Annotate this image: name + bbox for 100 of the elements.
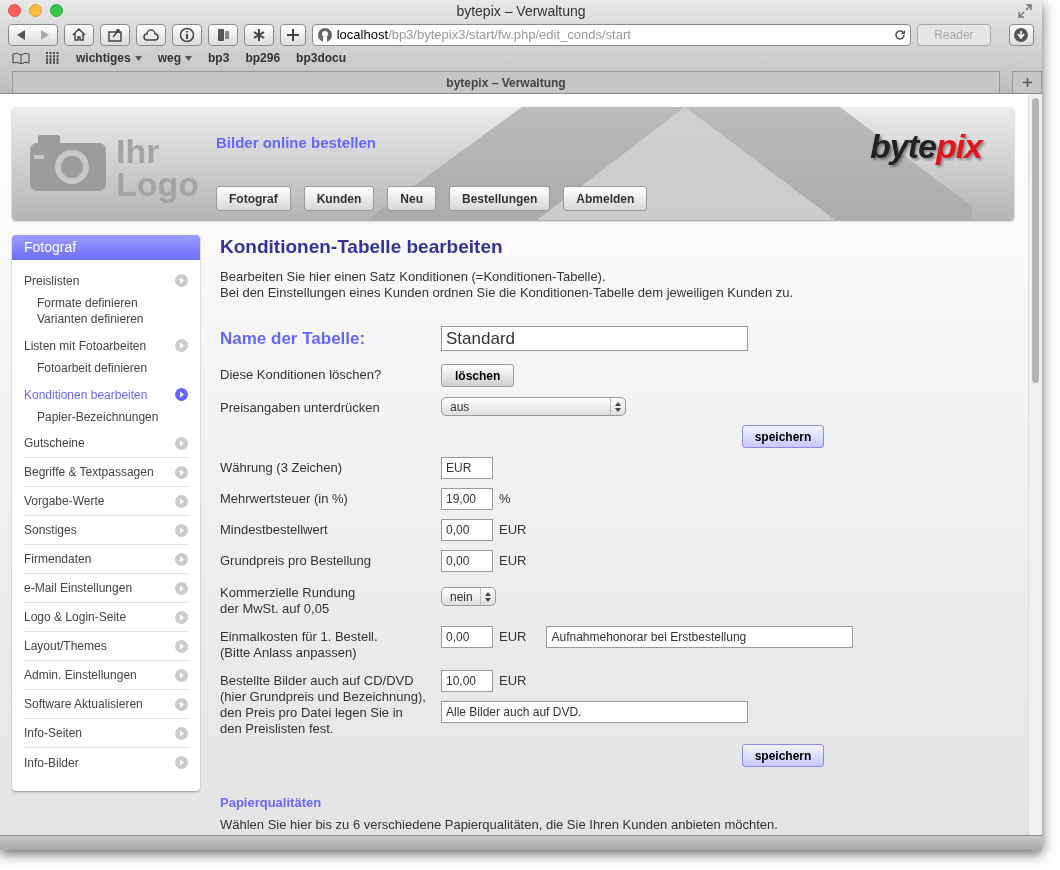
save-button[interactable]: speichern: [742, 744, 824, 767]
window-title: bytepix – Verwaltung: [456, 1, 586, 21]
share-button[interactable]: [100, 24, 131, 46]
sidebar-item[interactable]: Software Aktualisieren: [24, 690, 188, 719]
plus-icon: [1022, 78, 1032, 87]
fullscreen-icon[interactable]: [1018, 4, 1032, 18]
text-input[interactable]: 19,00: [441, 488, 493, 510]
sidebar-item[interactable]: e-Mail Einstellungen: [24, 574, 188, 603]
bookmark-link[interactable]: weg: [157, 49, 193, 67]
nav-button[interactable]: Fotograf: [216, 186, 291, 211]
address-field[interactable]: localhost/bp3/bytepix3/start/fw.php/edit_conds/start: [311, 24, 912, 46]
book-icon[interactable]: [12, 52, 30, 64]
text-input[interactable]: 0,00: [441, 626, 493, 648]
sidebar-subitem[interactable]: Varianten definieren: [37, 311, 188, 327]
icloud-button[interactable]: [136, 24, 167, 46]
sidebar-subitem[interactable]: Fotoarbeit definieren: [37, 360, 188, 376]
sidebar-item[interactable]: Firmendaten: [24, 545, 188, 574]
sidebar-item[interactable]: Info-Bilder: [24, 748, 188, 777]
extension-button[interactable]: [244, 24, 275, 46]
text-input[interactable]: 0,00: [441, 550, 493, 572]
logo-placeholder-text: Ihr: [116, 135, 161, 168]
brand-logo: bytepix: [869, 126, 982, 167]
name-input[interactable]: Standard: [441, 326, 748, 351]
sidebar-subitem[interactable]: Formate definieren: [37, 295, 188, 311]
info-button[interactable]: [172, 24, 203, 46]
sidebar-item[interactable]: Logo & Login-Seite: [24, 603, 188, 632]
cloud-icon: [143, 27, 160, 43]
field-label: Einmalkosten für 1. Bestell. (Bitte Anlass anpassen): [220, 628, 379, 661]
text-input[interactable]: EUR: [441, 457, 493, 479]
field-label: Bestellte Bilder auch auf CD/DVD (hier Grundpreis und Bezeichnung), den Preis pro Datei legen Sie in den Preislisten fest.: [220, 672, 427, 737]
sidebar-item[interactable]: Listen mit Fotoarbeiten: [24, 331, 188, 360]
nav-button[interactable]: Abmelden: [563, 186, 648, 211]
text-input[interactable]: Alle Bilder auch auf DVD.: [441, 701, 748, 723]
home-icon: [71, 27, 88, 43]
new-tab-button[interactable]: [280, 24, 306, 46]
scrollbar[interactable]: [1028, 94, 1042, 835]
arrow-circle-icon: [175, 274, 188, 287]
nav-button[interactable]: Neu: [387, 186, 436, 211]
site-icon: [316, 27, 333, 43]
arrow-circle-icon: [175, 726, 188, 740]
sidebar-item[interactable]: Preislisten: [24, 266, 188, 295]
arrow-circle-icon: [175, 639, 188, 653]
intro-text: Bearbeiten Sie hier einen Satz Konditionen (=Konditionen-Tabelle). Bei den Einstellungen eines Kunden ordnen Sie die Konditionen-Tabelle dem jeweiligen Kunden zu.: [220, 269, 795, 301]
back-forward-button[interactable]: [8, 24, 59, 46]
forward-icon: [41, 30, 50, 40]
field-label: Mehrwertsteuer (in %): [220, 490, 349, 507]
field-label: Preisangaben unterdrücken: [220, 399, 381, 416]
text-input[interactable]: Aufnahmehonorar bei Erstbestellung: [546, 626, 854, 648]
arrow-circle-icon: [175, 756, 188, 769]
text-input[interactable]: 0,00: [441, 519, 493, 541]
text-input[interactable]: 10,00: [441, 670, 493, 692]
select-dropdown[interactable]: nein: [441, 587, 496, 606]
browser-tab[interactable]: bytepix – Verwaltung: [12, 71, 1000, 93]
nav-button[interactable]: Bestellungen: [449, 186, 551, 211]
url-path: /bp3/bytepix3/start/fw.php/edit_conds/start: [388, 27, 631, 43]
field-label: Währung (3 Zeichen): [220, 459, 344, 476]
sidebar-item[interactable]: Admin. Einstellungen: [24, 661, 188, 690]
zoom-window-button[interactable]: [50, 4, 63, 17]
sidebar-item[interactable]: Layout/Themes: [24, 632, 188, 661]
bookmark-link[interactable]: wichtiges: [76, 49, 142, 67]
sidebar-item[interactable]: Sonstiges: [24, 516, 188, 545]
bookmark-link[interactable]: bp3: [208, 49, 230, 67]
select-dropdown[interactable]: aus: [441, 397, 626, 416]
back-icon: [17, 30, 26, 40]
reload-icon[interactable]: [894, 29, 907, 41]
unit-label: EUR: [499, 628, 527, 647]
home-button[interactable]: [64, 24, 95, 46]
arrow-circle-icon: [175, 552, 188, 566]
arrow-circle-icon: [175, 581, 188, 595]
arrow-circle-icon: [175, 388, 188, 401]
bookmark-link[interactable]: bp296: [245, 49, 281, 67]
add-tab-button[interactable]: [1012, 71, 1042, 93]
nav-button[interactable]: Kunden: [303, 186, 375, 211]
unit-label: %: [499, 490, 511, 509]
sidebar-item[interactable]: Konditionen bearbeiten: [24, 380, 188, 409]
sidebar-item[interactable]: Vorgabe-Werte: [24, 487, 188, 516]
sidebar-item[interactable]: Begriffe & Textpassagen: [24, 458, 188, 487]
page-heading: Konditionen-Tabelle bearbeiten: [220, 235, 504, 259]
downloads-button[interactable]: [1008, 24, 1034, 46]
extension-button[interactable]: [208, 24, 239, 46]
close-window-button[interactable]: [8, 4, 21, 17]
plus-icon: [287, 29, 300, 41]
download-icon: [1014, 28, 1029, 42]
updown-arrows-icon: [615, 401, 621, 412]
delete-button[interactable]: löschen: [441, 364, 515, 387]
arrow-circle-icon: [175, 523, 188, 537]
sidebar-title: Fotograf: [12, 235, 200, 260]
field-label: Kommerzielle Rundung der MwSt. auf 0,05: [220, 584, 357, 617]
save-button[interactable]: speichern: [742, 425, 824, 448]
scrollbar-thumb[interactable]: [1032, 98, 1039, 383]
sidebar-item[interactable]: Info-Seiten: [24, 719, 188, 748]
info-icon: [179, 27, 196, 43]
section-text: Wählen Sie hier bis zu 6 verschiedene Papierqualitäten, die Sie Ihren Kunden anbieten möchten.: [220, 816, 779, 833]
unit-label: EUR: [499, 521, 527, 540]
bookmark-link[interactable]: bp3docu: [296, 49, 347, 67]
sidebar-item[interactable]: Gutscheine: [24, 429, 188, 458]
sidebar-subitem[interactable]: Papier-Bezeichnungen: [37, 409, 188, 425]
grid-icon[interactable]: [46, 52, 60, 64]
arrow-circle-icon: [175, 610, 188, 624]
unit-label: EUR: [499, 672, 527, 691]
